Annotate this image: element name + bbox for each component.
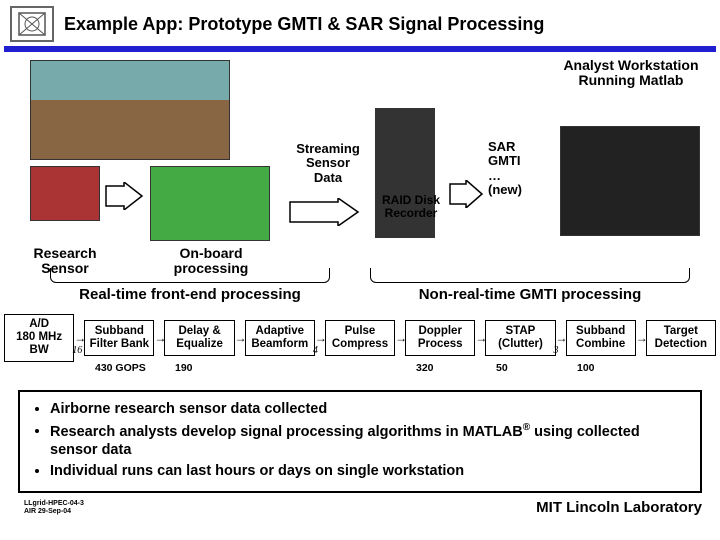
pipeline: A/D180 MHzBW→16SubbandFilter Bank→Delay …: [0, 314, 720, 362]
section-labels: Real-time front-end processing Non-real-…: [0, 286, 720, 312]
pipeline-stage: SubbandFilter Bank: [84, 320, 154, 356]
pipeline-stage: Delay &Equalize: [164, 320, 234, 356]
bullet-item: Research analysts develop signal process…: [50, 421, 688, 461]
arrow-icon: [104, 182, 144, 210]
footer-id: LLgrid-HPEC-04-3: [24, 500, 84, 508]
gops-value: 430 GOPS: [95, 362, 146, 374]
pipeline-stage: STAP(Clutter): [485, 320, 555, 356]
sar-list: SAR GMTI … (new): [488, 140, 538, 197]
pipeline-arrow-icon: →: [636, 331, 646, 345]
pipeline-arrow-icon: →4: [315, 331, 325, 345]
pipeline-stage: PulseCompress: [325, 320, 395, 356]
raid-label: RAID Disk Recorder: [376, 194, 446, 220]
laptop-photo: [560, 126, 700, 236]
pipeline-stage: SubbandCombine: [566, 320, 636, 356]
pipeline-stage: AdaptiveBeamform: [245, 320, 315, 356]
realtime-section-label: Real-time front-end processing: [50, 286, 330, 303]
arrow-icon: [288, 198, 360, 226]
footer-left: LLgrid-HPEC-04-3 AIR 29-Sep-04: [24, 500, 84, 515]
header-divider: [4, 46, 716, 52]
footer-date: AIR 29-Sep-04: [24, 508, 84, 516]
diagram-top: Streaming Sensor Data RAID Disk Recorder…: [0, 56, 720, 286]
footer: LLgrid-HPEC-04-3 AIR 29-Sep-04 MIT Linco…: [0, 493, 720, 520]
page-title: Example App: Prototype GMTI & SAR Signal…: [64, 14, 544, 35]
pipeline-arrow-icon: →16: [74, 331, 84, 345]
gops-value: 100: [577, 362, 595, 374]
pipeline-stage: TargetDetection: [646, 320, 716, 356]
sensor-photo: [30, 166, 100, 221]
pipeline-arrow-icon: →: [395, 331, 405, 345]
processing-boards-photo: [150, 166, 270, 241]
arrow-icon: [448, 180, 484, 208]
gops-value: 320: [416, 362, 434, 374]
nonrealtime-section-label: Non-real-time GMTI processing: [370, 286, 690, 303]
bullet-box: Airborne research sensor data collected R…: [18, 390, 702, 493]
streaming-label: Streaming Sensor Data: [288, 142, 368, 185]
gops-row: 430 GOPS 190 320 50 100: [0, 362, 720, 376]
pipeline-arrow-icon: →: [475, 331, 485, 345]
lincoln-logo-icon: [10, 6, 54, 42]
gops-value: 50: [496, 362, 508, 374]
analyst-label: Analyst Workstation Running Matlab: [546, 58, 716, 89]
pipeline-stage: A/D180 MHzBW: [4, 314, 74, 362]
footer-org: MIT Lincoln Laboratory: [536, 499, 702, 516]
pipeline-arrow-icon: →: [235, 331, 245, 345]
bullet-item: Individual runs can last hours or days o…: [50, 462, 688, 481]
gops-value: 190: [175, 362, 193, 374]
pipeline-arrow-icon: →3: [556, 331, 566, 345]
bullet-item: Airborne research sensor data collected: [50, 400, 688, 419]
pipeline-arrow-icon: →: [154, 331, 164, 345]
header: Example App: Prototype GMTI & SAR Signal…: [0, 0, 720, 46]
aircraft-photo: [30, 60, 230, 160]
pipeline-stage: DopplerProcess: [405, 320, 475, 356]
